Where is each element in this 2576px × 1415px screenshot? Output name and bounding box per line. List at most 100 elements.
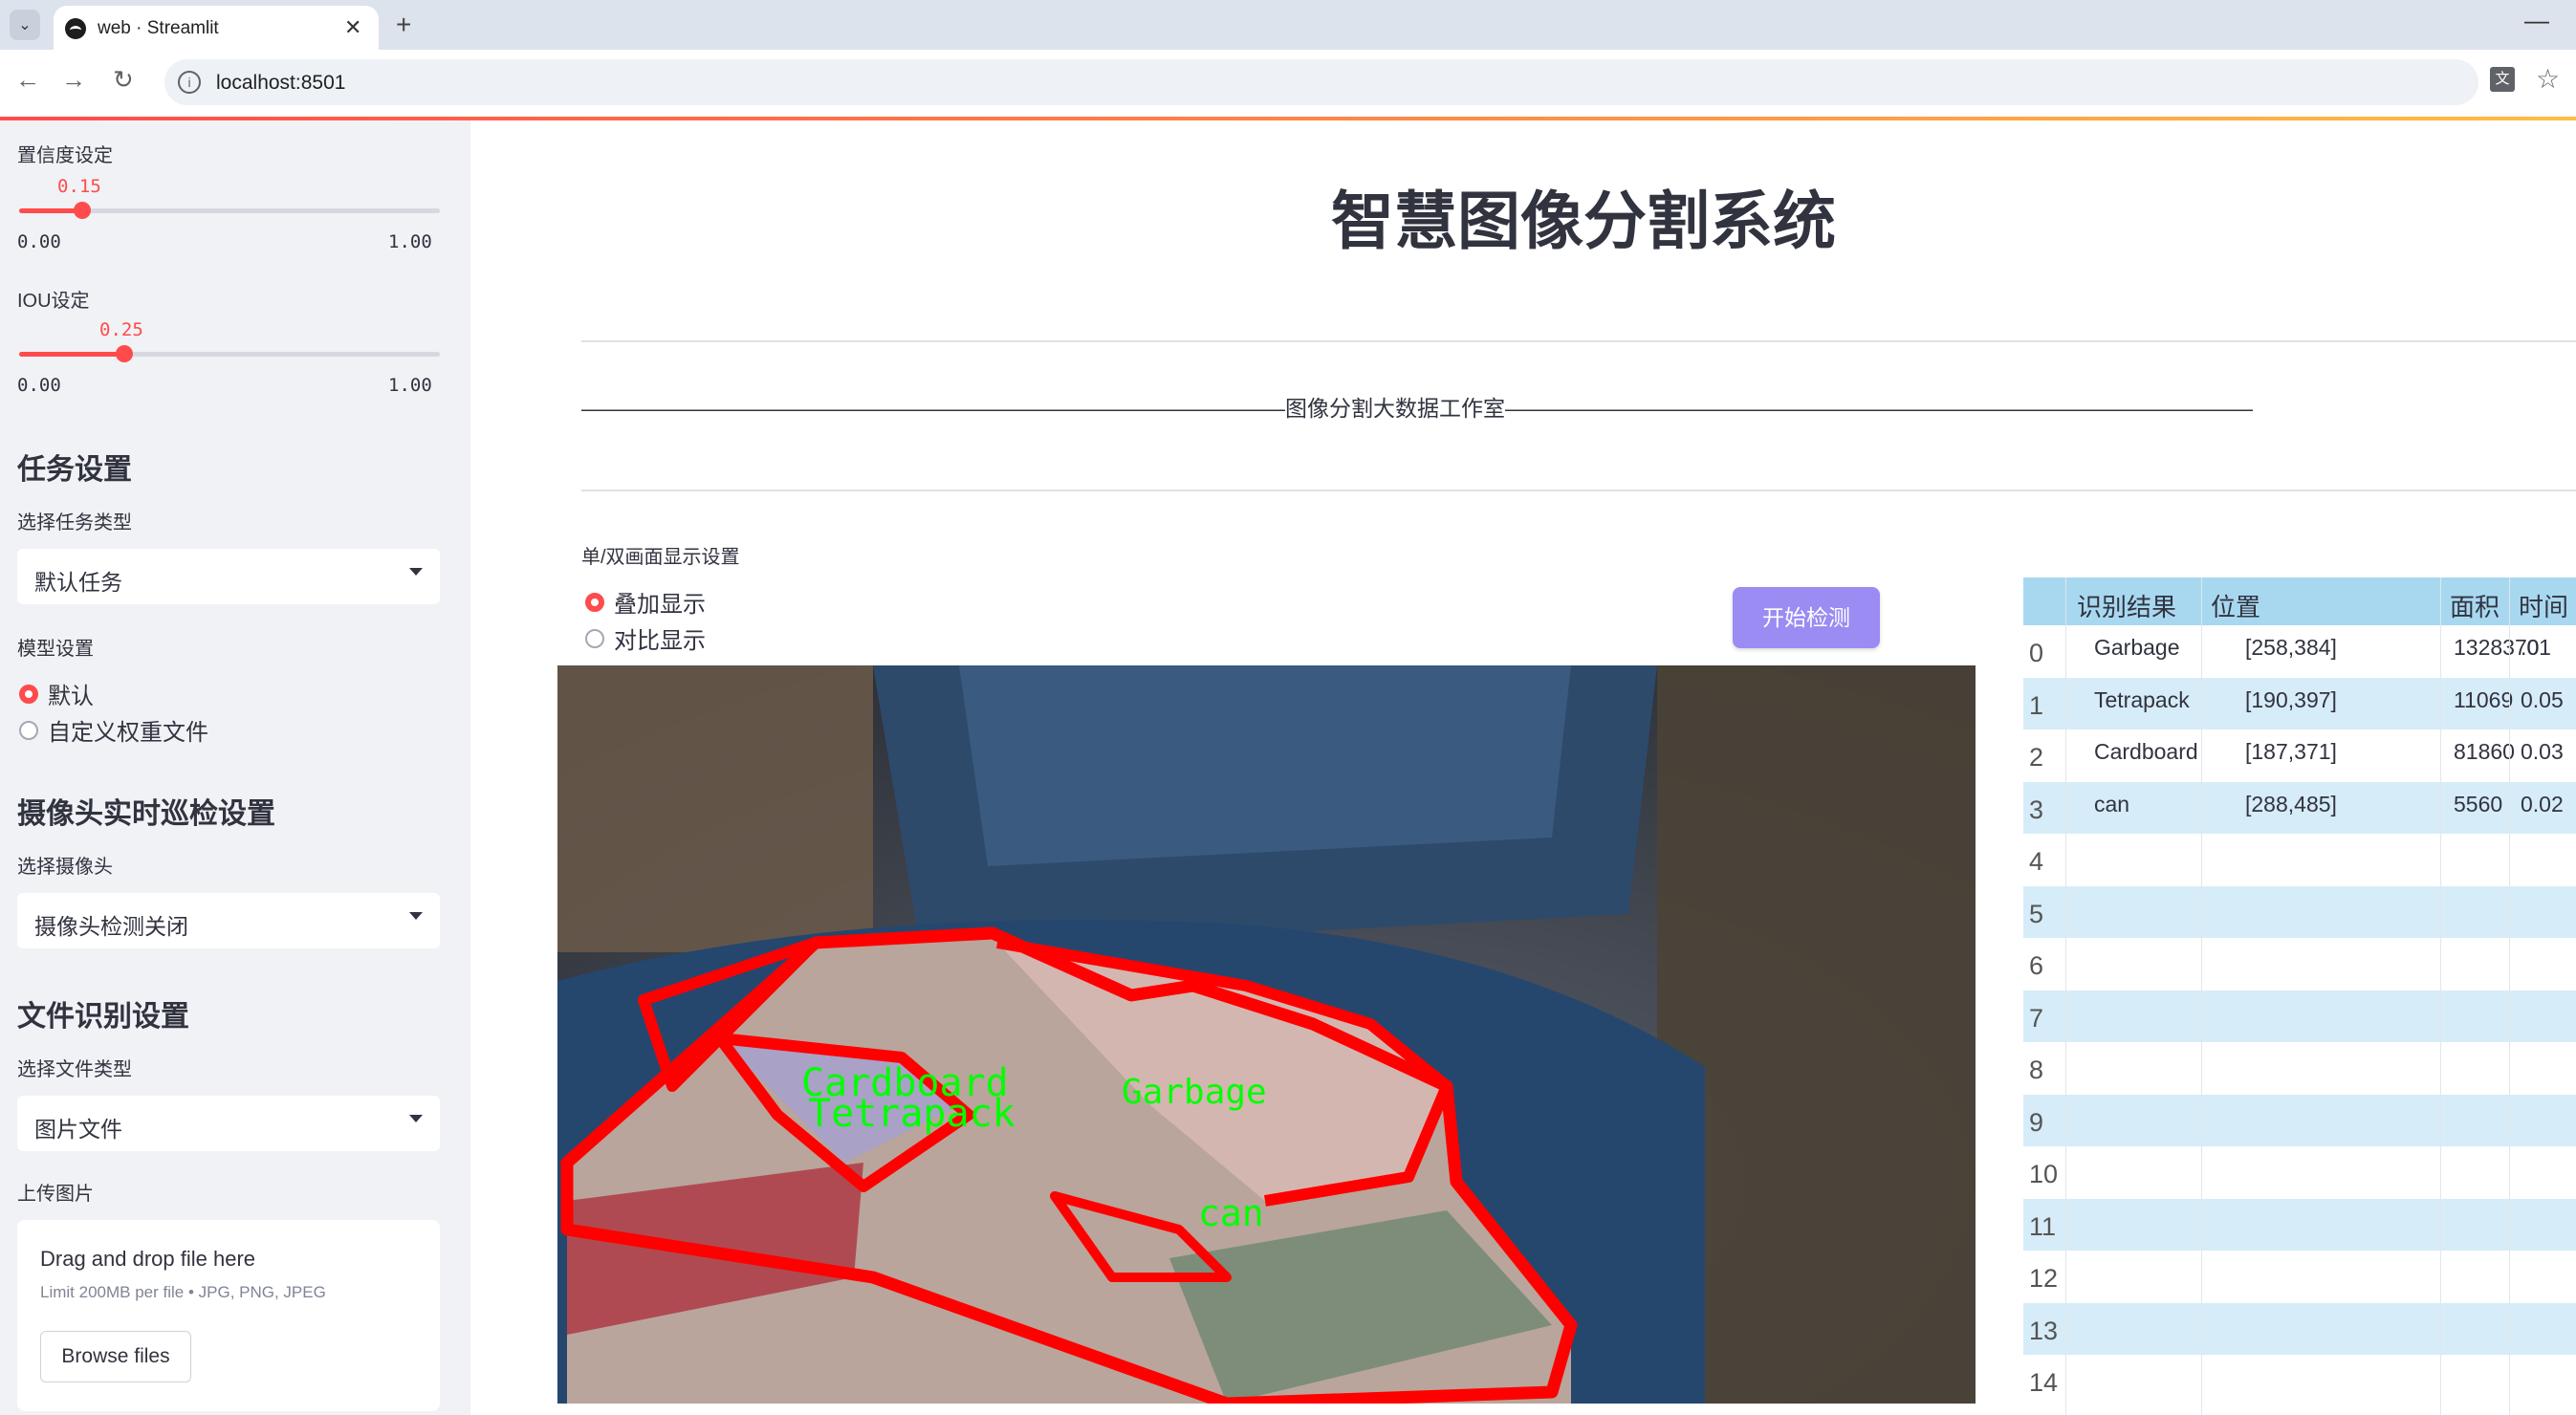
radio-selected-icon[interactable] — [585, 592, 604, 612]
table-row[interactable]: 6 — [2023, 938, 2576, 990]
detection-label-garbage: Garbage — [1122, 1073, 1267, 1112]
task-settings-heading: 任务设置 — [17, 454, 132, 486]
back-icon[interactable]: ← — [15, 65, 40, 95]
confidence-slider-thumb[interactable] — [74, 202, 91, 219]
tab-title: web · Streamlit — [98, 18, 219, 38]
divider — [581, 490, 2576, 491]
model-option-custom[interactable]: 自定义权重文件 — [19, 713, 208, 747]
url-text[interactable]: localhost:8501 — [216, 72, 345, 95]
start-detection-button[interactable]: 开始检测 — [1733, 587, 1880, 648]
cell-area: 11069 — [2454, 686, 2514, 712]
segmentation-result-image: Cardboard Garbage Tetrapack can — [557, 665, 1976, 1404]
streamlit-favicon-icon — [65, 18, 86, 39]
table-row[interactable]: 8 — [2023, 1042, 2576, 1094]
cell-position: [258,384] — [2245, 635, 2337, 660]
row-index: 9 — [2029, 1107, 2044, 1137]
browser-tab[interactable]: web · Streamlit ✕ — [54, 6, 379, 50]
browser-toolbar: ← → ↻ i localhost:8501 文 ☆ — [0, 50, 2576, 117]
cell-result: Garbage — [2094, 635, 2180, 660]
translate-icon[interactable]: 文 — [2490, 67, 2515, 92]
forward-icon[interactable]: → — [61, 65, 86, 95]
model-option-default[interactable]: 默认 — [19, 677, 94, 710]
task-type-label: 选择任务类型 — [17, 512, 132, 533]
table-row[interactable]: 4 — [2023, 834, 2576, 885]
task-type-select[interactable]: 默认任务 — [17, 549, 440, 604]
display-option-label: 叠加显示 — [614, 592, 706, 618]
row-index: 4 — [2029, 847, 2044, 876]
row-index: 0 — [2029, 639, 2044, 667]
model-option-label: 默认 — [48, 684, 94, 709]
detection-label-can: can — [1198, 1192, 1264, 1234]
file-dropzone[interactable]: Drag and drop file here Limit 200MB per … — [17, 1220, 440, 1411]
row-index: 6 — [2029, 951, 2044, 980]
brick-wall — [557, 665, 873, 952]
row-index: 8 — [2029, 1056, 2044, 1084]
column-divider — [2440, 577, 2441, 1415]
close-tab-icon[interactable]: ✕ — [344, 15, 361, 40]
cell-time: 0.02 — [2521, 791, 2564, 816]
cell-time: 0.05 — [2521, 686, 2564, 712]
minimize-window-icon[interactable]: — — [2524, 6, 2549, 35]
table-row[interactable]: 0 Garbage [258,384] 1328370.01 — [2023, 625, 2576, 677]
cell-position: [288,485] — [2245, 791, 2337, 816]
cell-time: 0.03 — [2521, 739, 2564, 764]
site-info-icon[interactable]: i — [178, 71, 201, 94]
header-time[interactable]: 时间 — [2519, 588, 2568, 623]
address-bar[interactable]: i localhost:8501 — [164, 59, 2478, 105]
browse-files-button[interactable]: Browse files — [40, 1331, 191, 1382]
iou-slider[interactable] — [19, 345, 440, 362]
confidence-slider[interactable] — [19, 202, 440, 219]
row-index: 10 — [2029, 1160, 2059, 1188]
table-row[interactable]: 13 — [2023, 1302, 2576, 1355]
table-row[interactable]: 2 Cardboard [187,371] 81860 0.03 — [2023, 729, 2576, 781]
row-index: 5 — [2029, 899, 2044, 928]
tab-search-chevron-icon[interactable]: ⌄ — [10, 10, 40, 40]
results-table[interactable]: 识别结果 位置 面积 时间 0 Garbage [258,384] 13 2 8 3 7 0.0… — [2023, 577, 2576, 1415]
table-header: 识别结果 位置 面积 时间 — [2023, 577, 2576, 625]
table-row[interactable]: 1 Tetrapack [190,397] 11069 0.05 — [2023, 677, 2576, 729]
table-row[interactable]: 14 — [2023, 1355, 2576, 1406]
camera-settings-heading: 摄像头实时巡检设置 — [17, 798, 275, 830]
table-row[interactable]: 10 — [2023, 1146, 2576, 1198]
new-tab-icon[interactable]: + — [396, 10, 411, 40]
reload-icon[interactable]: ↻ — [113, 65, 134, 95]
cell-result: Cardboard — [2094, 739, 2198, 764]
row-index: 12 — [2029, 1264, 2059, 1293]
model-settings-label: 模型设置 — [17, 639, 94, 660]
bookmark-star-icon[interactable]: ☆ — [2536, 63, 2560, 95]
iou-slider-thumb[interactable] — [116, 345, 133, 362]
chevron-down-icon — [409, 912, 423, 920]
display-option-overlay[interactable]: 叠加显示 — [585, 585, 706, 619]
table-row[interactable]: 3 can [288,485] 5560 0.02 — [2023, 781, 2576, 834]
camera-select[interactable]: 摄像头检测关闭 — [17, 893, 440, 948]
browser-tab-bar: ⌄ web · Streamlit ✕ + — — [0, 0, 2576, 50]
header-area[interactable]: 面积 — [2450, 588, 2500, 623]
radio-selected-icon[interactable] — [19, 684, 38, 704]
camera-select-value: 摄像头检测关闭 — [34, 914, 188, 939]
radio-unselected-icon[interactable] — [19, 720, 38, 740]
table-row[interactable]: 7 — [2023, 990, 2576, 1042]
chevron-down-icon — [409, 1115, 423, 1122]
row-index: 3 — [2029, 795, 2044, 824]
result-image-svg: Cardboard Garbage Tetrapack can — [557, 665, 1976, 1404]
header-result[interactable]: 识别结果 — [2077, 588, 2176, 623]
file-type-label: 选择文件类型 — [17, 1059, 132, 1080]
dropzone-limit: Limit 200MB per file • JPG, PNG, JPEG — [40, 1283, 326, 1301]
bin-lid-panel — [959, 665, 1571, 866]
display-option-compare[interactable]: 对比显示 — [585, 621, 706, 655]
radio-unselected-icon[interactable] — [585, 628, 604, 648]
dropzone-title: Drag and drop file here — [40, 1247, 256, 1271]
file-type-select[interactable]: 图片文件 — [17, 1096, 440, 1151]
cell-area: 81860 — [2454, 739, 2515, 764]
header-position[interactable]: 位置 — [2211, 588, 2260, 623]
row-index: 13 — [2029, 1316, 2059, 1345]
file-settings-heading: 文件识别设置 — [17, 1001, 189, 1033]
upload-label: 上传图片 — [17, 1184, 94, 1205]
cell-position: [190,397] — [2245, 686, 2337, 712]
table-row[interactable]: 12 — [2023, 1251, 2576, 1302]
table-row[interactable]: 9 — [2023, 1094, 2576, 1146]
iou-max: 1.00 — [388, 375, 432, 396]
table-row[interactable]: 5 — [2023, 885, 2576, 938]
table-row[interactable]: 11 — [2023, 1198, 2576, 1251]
confidence-max: 1.00 — [388, 231, 432, 252]
